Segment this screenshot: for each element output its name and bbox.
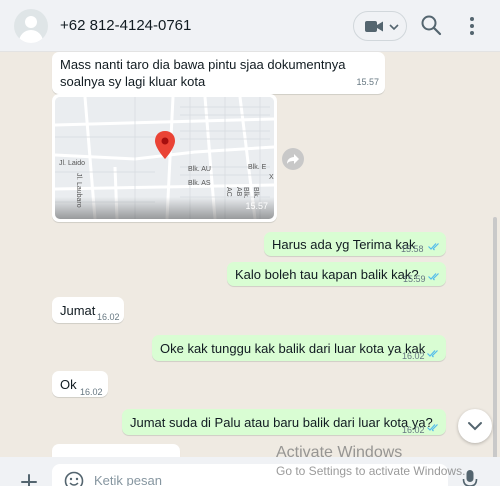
message-text: Oke kak tunggu kak balik dari luar kota … xyxy=(160,341,426,356)
search-icon[interactable] xyxy=(420,14,442,36)
microphone-icon[interactable] xyxy=(462,469,478,486)
forward-icon xyxy=(287,154,299,164)
message-time: 16.02 xyxy=(80,387,103,397)
map-label: Jl. Laubaro xyxy=(75,173,82,208)
message-text: Jumat xyxy=(60,303,96,318)
message-text: Mass nanti taro dia bawa pintu sjaa doku… xyxy=(60,57,346,89)
message-input[interactable] xyxy=(94,473,394,486)
message-composer xyxy=(0,457,500,486)
message-outgoing[interactable]: Harus ada yg Terima kak 15.58 xyxy=(264,232,446,256)
map-label: X xyxy=(269,174,274,181)
read-ticks-icon xyxy=(428,243,439,251)
message-time: 16.02 xyxy=(402,425,425,435)
chat-header: +62 812-4124-0761 xyxy=(0,0,500,52)
message-incoming[interactable]: Mass nanti taro dia bawa pintu sjaa doku… xyxy=(52,52,385,94)
message-text: Kalo boleh tau kapan balik kak? xyxy=(235,267,419,282)
map-label: Blk. AB xyxy=(235,187,259,199)
avatar-body-shape xyxy=(19,30,43,43)
scroll-to-bottom-button[interactable] xyxy=(458,409,492,443)
menu-icon[interactable] xyxy=(463,14,481,38)
message-incoming[interactable]: Ok 16.02 xyxy=(52,371,108,397)
chat-messages-area: Mass nanti taro dia bawa pintu sjaa doku… xyxy=(0,52,500,457)
message-outgoing[interactable]: Jumat suda di Palu atau baru balik dari … xyxy=(122,409,446,435)
map-label: Blk. E xyxy=(248,164,267,171)
location-map[interactable]: Jl. Laido Jl. Laubaro Blk. AU Blk. AS Bl… xyxy=(55,97,274,219)
map-label: Blk. AS xyxy=(188,180,211,187)
message-text: Ok xyxy=(60,377,77,392)
avatar-head-shape xyxy=(25,16,37,28)
message-time: 15.59 xyxy=(403,274,426,284)
message-input-box xyxy=(52,464,448,486)
chevron-down-icon xyxy=(468,422,482,431)
message-outgoing[interactable]: Oke kak tunggu kak balik dari luar kota … xyxy=(152,335,446,361)
message-incoming-partial[interactable] xyxy=(52,444,180,457)
message-time: 15.58 xyxy=(401,244,424,254)
message-incoming[interactable]: Jumat 16.02 xyxy=(52,297,124,323)
forward-button[interactable] xyxy=(282,148,304,170)
emoji-icon[interactable] xyxy=(64,471,84,486)
read-ticks-icon xyxy=(427,424,438,432)
avatar[interactable] xyxy=(14,9,48,43)
message-time: 15.57 xyxy=(356,77,379,87)
map-label: Jl. Laido xyxy=(59,160,86,167)
video-call-button[interactable] xyxy=(353,11,407,41)
contact-name[interactable]: +62 812-4124-0761 xyxy=(60,17,191,34)
message-text: Harus ada yg Terima kak xyxy=(272,237,416,252)
video-call-icon xyxy=(365,21,383,32)
location-message[interactable]: Jl. Laido Jl. Laubaro Blk. AU Blk. AS Bl… xyxy=(52,94,277,222)
message-time: 16.02 xyxy=(402,351,425,361)
plus-icon[interactable] xyxy=(20,473,38,486)
read-ticks-icon xyxy=(427,350,438,358)
message-outgoing[interactable]: Kalo boleh tau kapan balik kak? 15.59 xyxy=(227,262,446,286)
chevron-down-icon xyxy=(389,24,399,31)
message-text: Jumat suda di Palu atau baru balik dari … xyxy=(130,415,433,430)
message-time: 16.02 xyxy=(97,312,120,322)
chat-scrollbar[interactable] xyxy=(493,217,497,457)
message-time: 15.57 xyxy=(245,201,268,211)
read-ticks-icon xyxy=(428,273,439,281)
